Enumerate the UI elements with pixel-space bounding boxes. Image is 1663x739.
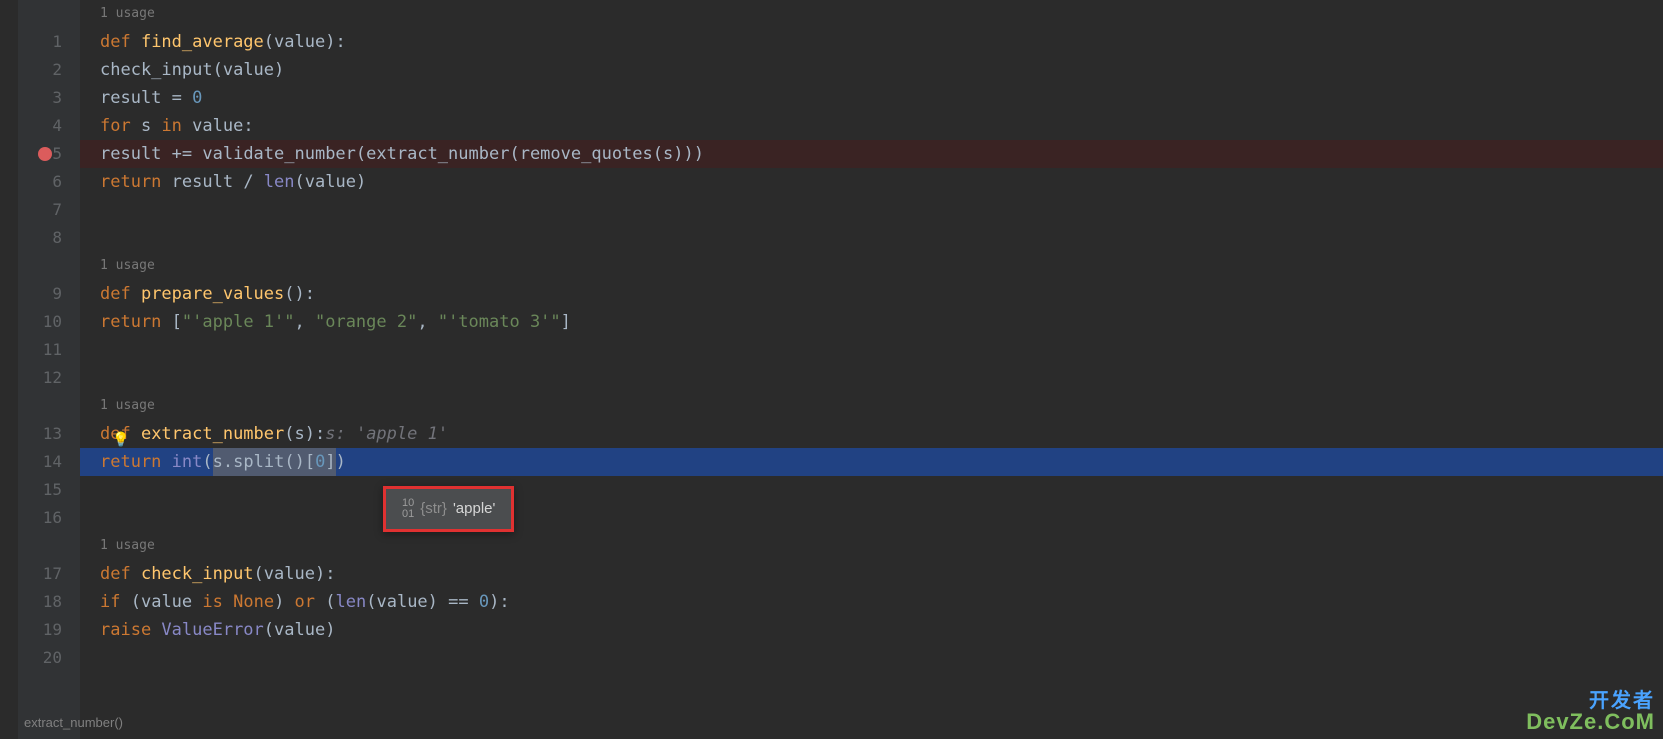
code-line-current[interactable]: return int(s.split()[0]) (80, 448, 1663, 476)
code-line[interactable] (80, 336, 1663, 364)
binary-icon: 10 01 (402, 498, 414, 520)
usage-hint-line[interactable]: 1 usage (80, 252, 1663, 280)
line-number[interactable]: 14 (18, 448, 80, 476)
line-number[interactable]: 12 (18, 364, 80, 392)
usage-hint-gutter (18, 532, 80, 560)
code-line-breakpoint[interactable]: result += validate_number(extract_number… (80, 140, 1663, 168)
line-number[interactable]: 8 (18, 224, 80, 252)
code-line[interactable]: for s in value: (80, 112, 1663, 140)
code-line[interactable] (80, 504, 1663, 532)
code-line[interactable] (80, 224, 1663, 252)
breakpoint-icon[interactable] (38, 147, 52, 161)
line-number[interactable]: 13 (18, 420, 80, 448)
code-editor[interactable]: 1 2 3 4 5 6 7 8 9 10 11 12 13 14 15 16 1… (0, 0, 1663, 739)
line-number[interactable]: 20 (18, 644, 80, 672)
line-number[interactable]: 7 (18, 196, 80, 224)
line-number[interactable]: 17 (18, 560, 80, 588)
code-line[interactable]: def prepare_values(): (80, 280, 1663, 308)
evaluate-expression-tooltip[interactable]: 10 01 {str} 'apple' (383, 486, 514, 532)
line-number[interactable]: 10 (18, 308, 80, 336)
line-number[interactable]: 5 (18, 140, 80, 168)
usage-hint-gutter (18, 392, 80, 420)
code-line[interactable]: return ["'apple 1'", "orange 2", "'tomat… (80, 308, 1663, 336)
line-number[interactable]: 19 (18, 616, 80, 644)
code-line[interactable]: if (value is None) or (len(value) == 0): (80, 588, 1663, 616)
code-line[interactable]: raise ValueError(value) (80, 616, 1663, 644)
line-number[interactable]: 4 (18, 112, 80, 140)
code-area[interactable]: 1 usage def find_average(value): check_i… (80, 0, 1663, 739)
left-strip (0, 0, 18, 739)
inline-debug-hint: s: 'apple 1' (325, 420, 448, 448)
code-line[interactable]: result = 0 (80, 84, 1663, 112)
gutter[interactable]: 1 2 3 4 5 6 7 8 9 10 11 12 13 14 15 16 1… (18, 0, 80, 739)
line-number[interactable]: 11 (18, 336, 80, 364)
code-line[interactable]: 💡def extract_number(s): s: 'apple 1' (80, 420, 1663, 448)
code-line[interactable]: return result / len(value) (80, 168, 1663, 196)
usage-hint-gutter (18, 252, 80, 280)
line-number[interactable]: 2 (18, 56, 80, 84)
usage-hint-line[interactable]: 1 usage (80, 0, 1663, 28)
intention-bulb-icon[interactable]: 💡 (112, 426, 126, 440)
code-line[interactable] (80, 196, 1663, 224)
code-line[interactable]: def find_average(value): (80, 28, 1663, 56)
line-number[interactable]: 16 (18, 504, 80, 532)
line-number[interactable]: 18 (18, 588, 80, 616)
line-number[interactable]: 6 (18, 168, 80, 196)
code-line[interactable] (80, 476, 1663, 504)
usage-hint-gutter (18, 0, 80, 28)
usage-hint-line[interactable]: 1 usage (80, 392, 1663, 420)
code-line[interactable]: def check_input(value): (80, 560, 1663, 588)
breadcrumb[interactable]: extract_number() (18, 707, 129, 739)
line-number[interactable]: 3 (18, 84, 80, 112)
code-line[interactable] (80, 644, 1663, 672)
tooltip-value: 'apple' (453, 495, 495, 523)
tooltip-type: {str} (420, 495, 447, 523)
line-number[interactable]: 15 (18, 476, 80, 504)
usage-hint-line[interactable]: 1 usage (80, 532, 1663, 560)
line-number[interactable]: 9 (18, 280, 80, 308)
code-line[interactable]: check_input(value) (80, 56, 1663, 84)
code-line[interactable] (80, 364, 1663, 392)
line-number[interactable]: 1 (18, 28, 80, 56)
